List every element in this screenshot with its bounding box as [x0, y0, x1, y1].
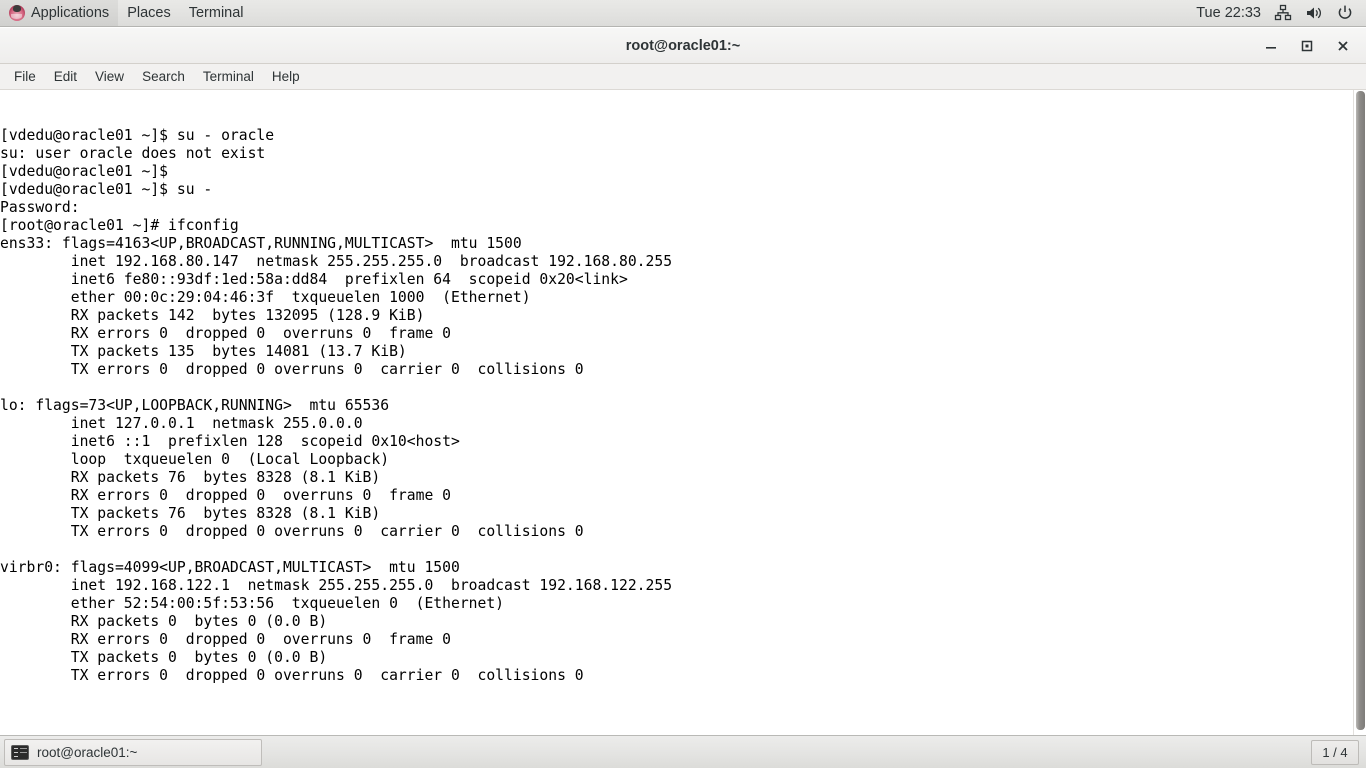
terminal-window: root@oracle01:~ File Edit View Search Te… [0, 28, 1366, 735]
workspace-label: 1 / 4 [1322, 744, 1348, 760]
menu-view-label: View [95, 69, 125, 84]
bottom-panel: root@oracle01:~ 1 / 4 [0, 735, 1366, 768]
scrollbar-thumb[interactable] [1356, 91, 1365, 730]
terminal-line: ens33: flags=4163<UP,BROADCAST,RUNNING,M… [0, 235, 522, 252]
menu-search-label: Search [142, 69, 185, 84]
terminal-line: lo: flags=73<UP,LOOPBACK,RUNNING> mtu 65… [0, 397, 390, 414]
terminal-line: TX packets 76 bytes 8328 (8.1 KiB) [0, 505, 381, 522]
places-menu-label: Places [127, 5, 171, 21]
terminal-line: Password: [0, 199, 80, 216]
volume-icon[interactable] [1305, 4, 1323, 22]
close-button[interactable] [1334, 37, 1352, 55]
terminal-line: TX packets 135 bytes 14081 (13.7 KiB) [0, 343, 407, 360]
terminal-menu[interactable]: Terminal [180, 0, 253, 26]
menu-file-label: File [14, 69, 36, 84]
terminal-line: loop txqueuelen 0 (Local Loopback) [0, 451, 390, 468]
minimize-button[interactable] [1262, 37, 1280, 55]
maximize-button[interactable] [1298, 37, 1316, 55]
clock[interactable]: Tue 22:33 [1196, 5, 1261, 21]
terminal-line: [vdedu@oracle01 ~]$ su - oracle [0, 127, 275, 144]
terminal-scrollbar[interactable] [1353, 90, 1366, 735]
power-icon[interactable] [1336, 4, 1354, 22]
panel-status-area: Tue 22:33 [1196, 4, 1366, 22]
menu-file[interactable]: File [5, 65, 45, 89]
menu-help-label: Help [271, 69, 300, 84]
terminal-menu-label: Terminal [188, 5, 244, 21]
fedora-logo-icon [9, 5, 25, 21]
menu-edit-label: Edit [53, 69, 78, 84]
terminal-line: RX packets 0 bytes 0 (0.0 B) [0, 613, 328, 630]
terminal-line: RX packets 76 bytes 8328 (8.1 KiB) [0, 469, 381, 486]
terminal-line: su: user oracle does not exist [0, 145, 266, 162]
terminal-line: TX packets 0 bytes 0 (0.0 B) [0, 649, 328, 666]
terminal-line: ether 52:54:00:5f:53:56 txqueuelen 0 (Et… [0, 595, 505, 612]
menu-help[interactable]: Help [263, 65, 309, 89]
workspace-switcher[interactable]: 1 / 4 [1311, 739, 1359, 765]
terminal-line: RX errors 0 dropped 0 overruns 0 frame 0 [0, 631, 451, 648]
terminal-screen[interactable]: [vdedu@oracle01 ~]$ su - oracle su: user … [0, 90, 1353, 735]
menu-search[interactable]: Search [133, 65, 194, 89]
terminal-body: [vdedu@oracle01 ~]$ su - oracle su: user … [0, 90, 1366, 735]
terminal-line: [vdedu@oracle01 ~]$ su - [0, 181, 213, 198]
terminal-line: RX errors 0 dropped 0 overruns 0 frame 0 [0, 487, 451, 504]
terminal-icon [11, 744, 29, 760]
terminal-line: RX errors 0 dropped 0 overruns 0 frame 0 [0, 325, 451, 342]
menu-view[interactable]: View [86, 65, 133, 89]
terminal-line: inet 192.168.122.1 netmask 255.255.255.0… [0, 577, 673, 594]
terminal-line: TX errors 0 dropped 0 overruns 0 carrier… [0, 523, 584, 540]
menu-edit[interactable]: Edit [45, 65, 86, 89]
terminal-line: inet6 fe80::93df:1ed:58a:dd84 prefixlen … [0, 271, 628, 288]
terminal-output: [vdedu@oracle01 ~]$ su - oracle su: user … [0, 126, 1353, 703]
network-icon[interactable] [1274, 4, 1292, 22]
terminal-line: inet6 ::1 prefixlen 128 scopeid 0x10<hos… [0, 433, 460, 450]
terminal-line: [root@oracle01 ~]# ifconfig [0, 217, 239, 234]
window-titlebar[interactable]: root@oracle01:~ [0, 28, 1366, 64]
top-panel: Applications Places Terminal Tue 22:33 [0, 0, 1366, 27]
places-menu[interactable]: Places [118, 0, 180, 26]
menu-terminal[interactable]: Terminal [194, 65, 263, 89]
menu-terminal-label: Terminal [202, 69, 254, 84]
terminal-line: ether 00:0c:29:04:46:3f txqueuelen 1000 … [0, 289, 531, 306]
window-title: root@oracle01:~ [625, 37, 741, 54]
taskbar-item-terminal[interactable]: root@oracle01:~ [4, 738, 262, 766]
window-controls [1262, 37, 1366, 55]
terminal-line: inet 127.0.0.1 netmask 255.0.0.0 [0, 415, 363, 432]
terminal-line: TX errors 0 dropped 0 overruns 0 carrier… [0, 361, 584, 378]
applications-menu-label: Applications [31, 5, 110, 21]
terminal-line: inet 192.168.80.147 netmask 255.255.255.… [0, 253, 673, 270]
terminal-line: [vdedu@oracle01 ~]$ [0, 163, 169, 180]
taskbar-item-label: root@oracle01:~ [37, 744, 138, 760]
menubar: File Edit View Search Terminal Help [0, 64, 1366, 90]
applications-menu[interactable]: Applications [0, 0, 119, 26]
terminal-line: virbr0: flags=4099<UP,BROADCAST,MULTICAS… [0, 559, 460, 576]
terminal-line: TX errors 0 dropped 0 overruns 0 carrier… [0, 667, 584, 684]
terminal-line: RX packets 142 bytes 132095 (128.9 KiB) [0, 307, 425, 324]
